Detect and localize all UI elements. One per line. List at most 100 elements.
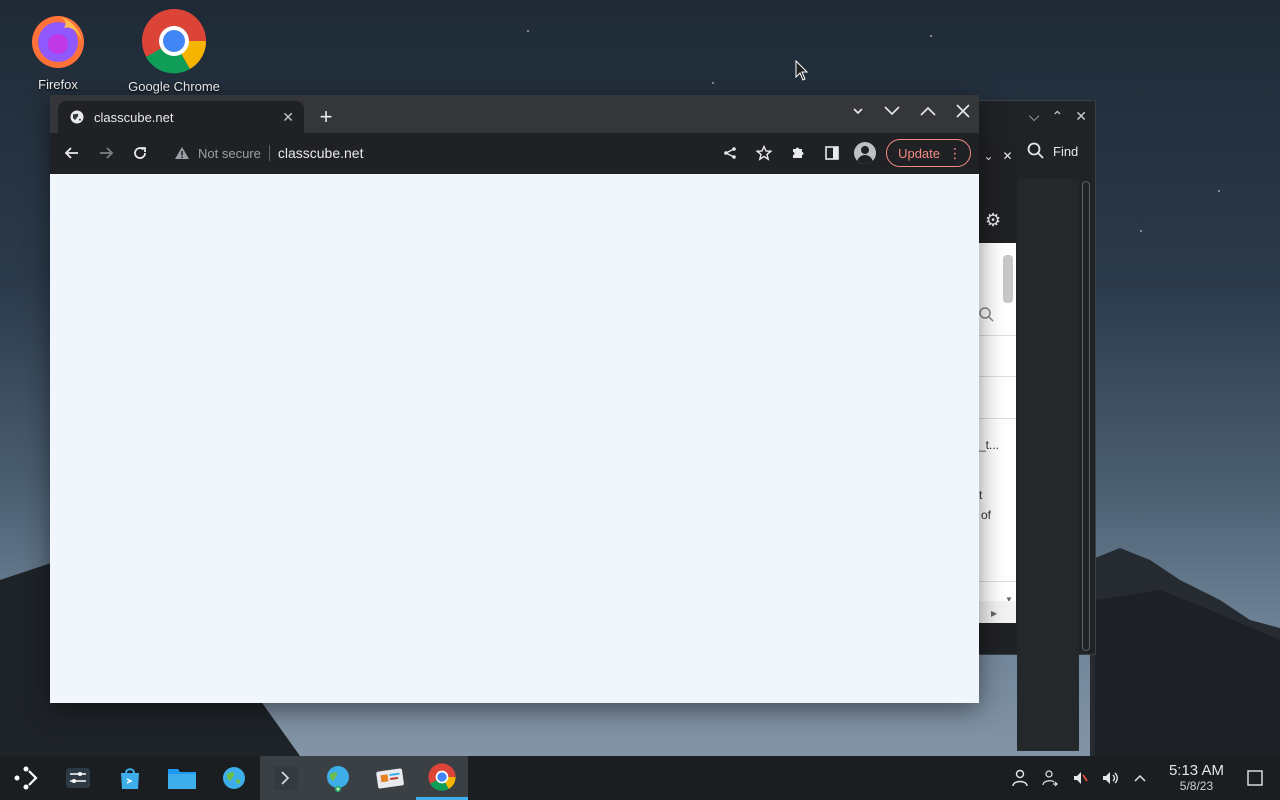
address-bar[interactable]: Not secure classcube.net <box>174 145 363 161</box>
search-icon <box>979 307 994 322</box>
desktop-icon-label: Google Chrome <box>128 79 220 94</box>
close-window-icon[interactable] <box>955 103 971 119</box>
clock[interactable]: 5:13 AM 5/8/23 <box>1169 763 1224 793</box>
secondary-window-content: _t... t of ▼ ▶ <box>979 243 1016 623</box>
mouse-cursor-icon <box>795 60 809 81</box>
star <box>1218 190 1220 192</box>
tab-classcube[interactable]: classcube.net ✕ <box>58 101 304 133</box>
folder-icon <box>168 769 196 789</box>
star <box>930 35 932 37</box>
star-icon <box>756 145 773 161</box>
taskbar-chrome[interactable] <box>416 756 468 800</box>
share-button[interactable] <box>718 141 742 165</box>
side-panel-icon <box>825 146 839 160</box>
taskbar-card-app[interactable] <box>364 756 416 800</box>
close-icon[interactable]: ✕ <box>1002 149 1012 163</box>
taskbar: 5:13 AM 5/8/23 <box>0 756 1280 800</box>
tab-close-icon[interactable]: ✕ <box>282 109 294 126</box>
bookmark-button[interactable] <box>752 141 776 165</box>
maximize-icon[interactable]: ⌃ <box>1052 108 1064 125</box>
reload-button[interactable] <box>126 139 154 167</box>
volume-icon[interactable] <box>1101 769 1121 787</box>
chevron-down-icon[interactable]: ⌄ <box>983 149 993 163</box>
forward-arrow-icon <box>100 147 114 159</box>
forward-button[interactable] <box>92 139 120 167</box>
desktop-icon-chrome[interactable]: Google Chrome <box>124 8 224 94</box>
text-fragment: _t... <box>979 438 1000 452</box>
taskbar-discover-app[interactable] <box>104 756 156 800</box>
chrome-icon <box>428 762 456 791</box>
url-text[interactable]: classcube.net <box>278 145 364 161</box>
settings-gear-icon[interactable]: ⚙ <box>985 210 1001 231</box>
horizontal-scrollbar[interactable] <box>979 601 1016 623</box>
close-icon[interactable]: ✕ <box>1075 108 1087 125</box>
star <box>1140 230 1142 232</box>
puzzle-icon <box>793 147 804 158</box>
launcher-icon <box>14 766 38 790</box>
reload-icon <box>134 147 146 159</box>
user-switch-icon[interactable] <box>1041 769 1059 787</box>
toolbar-actions: Update ⋮ <box>718 139 971 167</box>
microphone-muted-icon[interactable] <box>1071 769 1089 787</box>
user-icon[interactable] <box>1011 769 1029 787</box>
text-fragment: of <box>981 508 992 522</box>
taskbar-globe-app[interactable] <box>208 756 260 800</box>
tab-search-chevron-icon[interactable] <box>851 104 865 118</box>
show-desktop-icon[interactable] <box>1246 769 1264 787</box>
maximize-icon[interactable] <box>919 104 937 118</box>
extensions-button[interactable] <box>786 141 810 165</box>
star <box>527 30 529 32</box>
divider <box>979 581 1016 582</box>
divider <box>979 418 1016 419</box>
divider <box>979 376 1016 377</box>
new-tab-button[interactable]: + <box>312 103 340 131</box>
tab-strip: classcube.net ✕ + <box>50 95 979 133</box>
scrollbar-thumb[interactable] <box>1003 255 1013 303</box>
chrome-window[interactable]: classcube.net ✕ + Not secure classcube.n… <box>50 95 979 703</box>
back-arrow-icon <box>64 147 78 159</box>
search-icon <box>1027 142 1044 159</box>
taskbar-browser-app[interactable] <box>312 756 364 800</box>
minimize-icon[interactable]: ⌵ <box>1029 108 1040 125</box>
scrollbar[interactable] <box>1082 181 1090 651</box>
page-viewport[interactable] <box>50 174 979 703</box>
side-panel-button[interactable] <box>820 141 844 165</box>
background-window-titlebar: ⌵ ⌃ ✕ <box>977 101 1095 131</box>
desktop-icon-label: Firefox <box>38 77 78 92</box>
secondary-window-controls: ⌄ ✕ <box>979 144 1017 168</box>
store-bag-icon <box>121 768 139 789</box>
share-icon <box>724 147 736 159</box>
application-launcher-button[interactable] <box>0 756 52 800</box>
globe-settings-icon <box>327 766 349 792</box>
security-label: Not secure <box>198 145 261 161</box>
find-button[interactable]: Find <box>1053 144 1078 159</box>
background-window-pane <box>1017 179 1079 751</box>
update-label: Update <box>898 145 940 161</box>
system-tray: 5:13 AM 5/8/23 <box>1011 763 1280 793</box>
warning-icon[interactable] <box>174 146 190 160</box>
globe-icon <box>70 110 84 124</box>
tray-expand-icon[interactable] <box>1133 771 1147 785</box>
minimize-icon[interactable] <box>883 104 901 118</box>
divider <box>979 335 1016 336</box>
sliders-icon <box>66 768 90 788</box>
clock-date: 5/8/23 <box>1179 778 1214 793</box>
id-card-icon <box>376 768 404 789</box>
desktop-icon-firefox[interactable]: Firefox <box>8 8 108 92</box>
window-controls <box>851 103 971 119</box>
profile-avatar-icon[interactable] <box>854 142 877 164</box>
clock-time: 5:13 AM <box>1168 762 1224 780</box>
back-button[interactable] <box>58 139 86 167</box>
chrome-icon <box>142 9 207 74</box>
scroll-right-icon[interactable]: ▶ <box>991 609 997 618</box>
terminal-icon <box>274 766 298 790</box>
more-vert-icon[interactable]: ⋮ <box>948 146 962 160</box>
tab-title: classcube.net <box>94 109 174 125</box>
update-button[interactable]: Update ⋮ <box>886 139 971 167</box>
taskbar-konsole[interactable] <box>260 756 312 800</box>
globe-gear-icon <box>223 767 245 789</box>
firefox-icon <box>32 16 84 68</box>
taskbar-settings-app[interactable] <box>52 756 104 800</box>
navigation-bar: Not secure classcube.net Update ⋮ <box>50 133 979 173</box>
taskbar-file-manager[interactable] <box>156 756 208 800</box>
